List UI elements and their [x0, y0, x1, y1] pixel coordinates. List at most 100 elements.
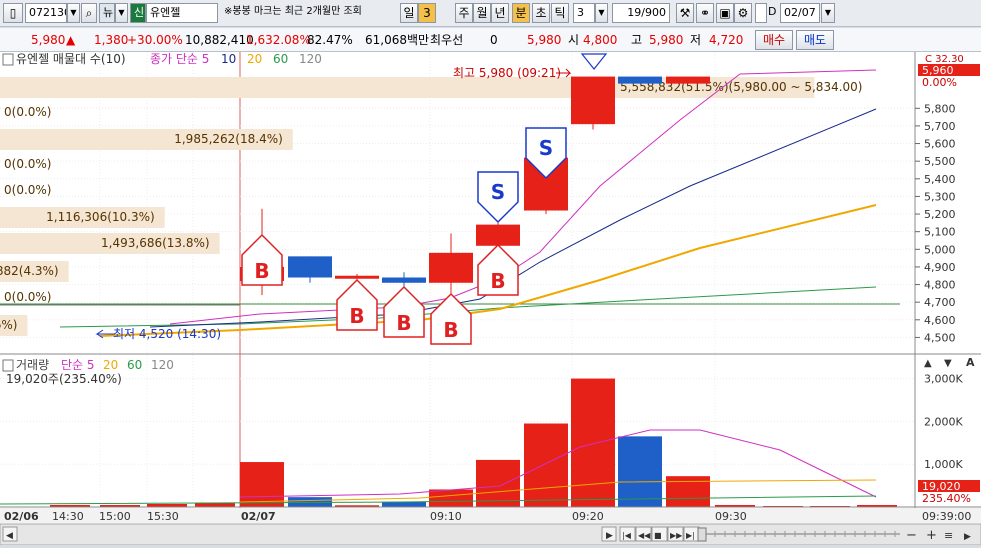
- time-tick-label: 02/06: [4, 510, 39, 523]
- volume-profile-label: 0(0.0%): [4, 157, 51, 171]
- volume-bar: [195, 503, 235, 507]
- interval-input[interactable]: 3: [573, 3, 595, 23]
- volume-bar: [666, 476, 710, 507]
- volume-profile-label: 466,882(4.3%): [0, 264, 59, 278]
- volume-y-tick-label: 3,000K: [924, 373, 963, 386]
- chart-area[interactable]: 5,558,832(51.5%)(5,980.00 ~ 5,834.00) 0(0…: [0, 52, 981, 546]
- date-dropdown-icon[interactable]: ▼: [821, 3, 835, 23]
- category-dropdown-icon[interactable]: ▼: [115, 3, 128, 23]
- period-month[interactable]: 월: [473, 3, 491, 23]
- candle-body: [476, 224, 520, 246]
- candle-body: [429, 252, 473, 283]
- settings-toggle-icon[interactable]: ≡: [944, 529, 953, 542]
- stock-name-field[interactable]: 유엔젤: [146, 3, 218, 23]
- y-tick-label: 4,900: [924, 261, 956, 274]
- volume-y-tick-label: 2,000K: [924, 415, 963, 428]
- panel-toggle-icon[interactable]: ▶: [964, 532, 971, 542]
- period-3[interactable]: 3: [418, 3, 436, 23]
- gear-icon[interactable]: ⚙: [734, 3, 752, 23]
- high-annotation: 최고 5,980 (09:21): [453, 66, 561, 80]
- low-price: 4,720: [709, 33, 744, 47]
- volume-panel-title: 거래량: [16, 358, 49, 372]
- volume-ma-label: 단순 5: [61, 358, 95, 372]
- price-panel-checkbox[interactable]: [2, 53, 14, 66]
- up-arrow-icon: ▲: [66, 33, 76, 47]
- y-tick-label: 5,700: [924, 120, 956, 133]
- period-day[interactable]: 일: [400, 3, 418, 23]
- d-checkbox[interactable]: [755, 3, 767, 23]
- count-field[interactable]: 19/900: [612, 3, 670, 23]
- volume-panel-checkbox[interactable]: [2, 359, 14, 372]
- time-tick-label: 09:20: [572, 510, 604, 523]
- volume-up-arrow-icon[interactable]: ▲: [924, 358, 932, 369]
- volume-bar: [240, 462, 284, 507]
- time-tick-label: 02/07: [241, 510, 276, 523]
- tool-icon[interactable]: ⚒: [676, 3, 694, 23]
- candle-body: [666, 76, 710, 84]
- volume-profile-label: 0(0.0%): [4, 183, 51, 197]
- y-tick-label: 4,700: [924, 296, 956, 309]
- chart-canvas[interactable]: 5,558,832(51.5%)(5,980.00 ~ 5,834.00)0(0…: [0, 52, 981, 546]
- font-size-icon[interactable]: A: [966, 356, 975, 369]
- high-price: 5,980: [649, 33, 684, 47]
- chart-type-icon[interactable]: ▯: [3, 3, 23, 23]
- buy-signal-label: B: [490, 269, 505, 293]
- date-input[interactable]: 02/07: [780, 3, 820, 23]
- volume-bar: [524, 423, 568, 507]
- buy-signal-label: B: [443, 318, 458, 342]
- y-tick-label: 5,600: [924, 138, 956, 151]
- stop-icon: ■: [654, 531, 662, 540]
- low-label: 저: [690, 33, 702, 47]
- notice-text: ※봉봉 마크는 최근 2개월만 조회: [224, 6, 362, 17]
- period-minute[interactable]: 분: [512, 3, 530, 23]
- high-label: 고: [631, 33, 643, 47]
- trade-amount: 61,068백만: [365, 33, 430, 47]
- volume-profile-label: 0(0.0%): [4, 290, 51, 304]
- time-tick-label: 09:10: [430, 510, 462, 523]
- period-week[interactable]: 주: [455, 3, 473, 23]
- volume-profile-label: 1,116,306(10.3%): [46, 210, 155, 224]
- forward-icon: ▶▶: [670, 531, 683, 540]
- candle-body: [288, 256, 332, 278]
- buy-button[interactable]: 매수: [755, 30, 793, 50]
- volume-bar: [476, 459, 520, 507]
- volume-value: 10,882,410: [185, 33, 254, 47]
- candle-body: [335, 275, 379, 279]
- volume-y-tick-label: 1,000K: [924, 458, 963, 471]
- period-year[interactable]: 년: [491, 3, 509, 23]
- time-tick-label: 14:30: [52, 510, 84, 523]
- new-badge: 신: [130, 3, 146, 23]
- buy-signal-label: B: [349, 304, 364, 328]
- code-dropdown-icon[interactable]: ▼: [67, 3, 80, 23]
- sell-signal-label: S: [539, 136, 553, 160]
- period-second[interactable]: 초: [532, 3, 550, 23]
- y-tick-label: 5,300: [924, 190, 956, 203]
- volume-down-arrow-icon[interactable]: ▼: [944, 358, 952, 369]
- volume-profile-label: 177,582(1.6%): [0, 318, 17, 332]
- save-icon[interactable]: ▣: [716, 3, 734, 23]
- price-panel-title: 유엔젤 매물대 수(10): [16, 52, 126, 66]
- period-tick[interactable]: 틱: [551, 3, 569, 23]
- zoom-in-icon[interactable]: +: [926, 528, 937, 543]
- interval-dropdown-icon[interactable]: ▼: [595, 3, 608, 23]
- sell-button[interactable]: 매도: [796, 30, 834, 50]
- y-tick-label: 4,600: [924, 314, 956, 327]
- zoom-out-icon[interactable]: −: [906, 528, 917, 543]
- volume-percent: 1,632.08%: [246, 33, 311, 47]
- volume-ma-period-label: 120: [151, 358, 174, 372]
- open-label: 시: [568, 33, 580, 47]
- zoom-slider-handle[interactable]: [697, 527, 707, 542]
- search-icon[interactable]: ⌕: [81, 3, 97, 23]
- change-percent: +30.00%: [127, 33, 183, 47]
- candle-body: [382, 277, 426, 283]
- d-checkbox-label: D: [768, 5, 777, 18]
- change-value: 1,380: [94, 33, 129, 47]
- volume-profile-label: 1,493,686(13.8%): [101, 236, 210, 250]
- candle-body: [571, 76, 615, 125]
- volume-ma-period-label: 60: [127, 358, 142, 372]
- link-icon[interactable]: ⚭: [696, 3, 714, 23]
- volume-ma-period-label: 20: [103, 358, 118, 372]
- stock-code-input[interactable]: 072130: [25, 3, 67, 23]
- volume-bar: [429, 489, 473, 507]
- volume-profile-label: 0(0.0%): [4, 105, 51, 119]
